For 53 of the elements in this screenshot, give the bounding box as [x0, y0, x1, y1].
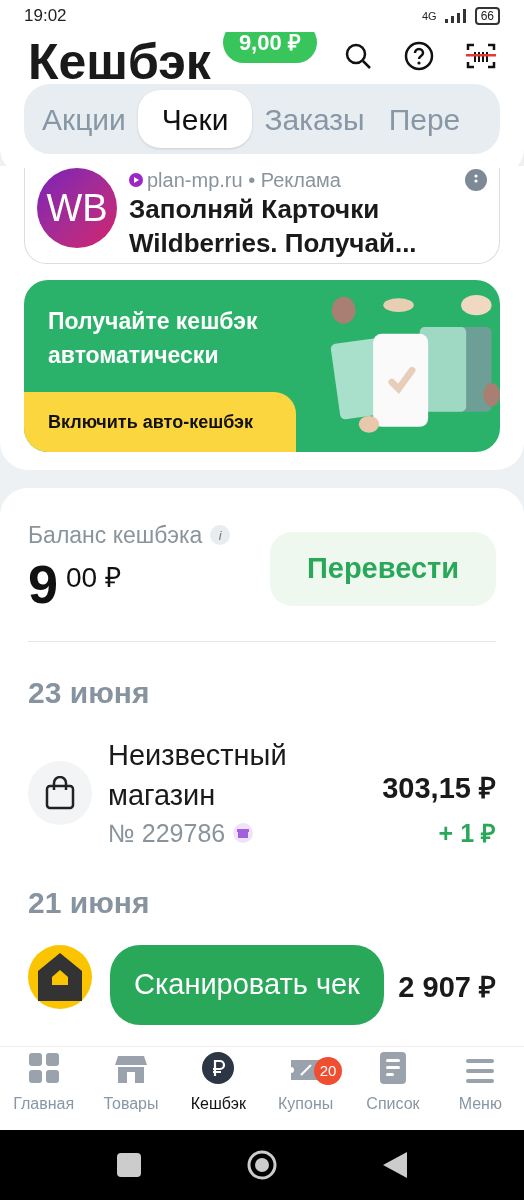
promo-title: Получайте кешбэк автоматически: [47, 307, 259, 370]
ad-card[interactable]: WB plan-mp.ru • Реклама Заполняй Карточки Wildberries. Получай...: [24, 168, 500, 264]
storefront-icon: [115, 1054, 147, 1084]
barcode-scan-icon[interactable]: [466, 42, 496, 70]
grid-icon: [27, 1052, 60, 1084]
search-icon[interactable]: [344, 42, 372, 70]
scan-receipt-button[interactable]: Сканировать чек: [110, 945, 384, 1025]
auto-cashback-button[interactable]: Включить авто-кешбэк: [24, 392, 296, 452]
tab[interactable]: Заказы: [252, 90, 377, 148]
nav-item[interactable]: Список: [349, 1047, 437, 1130]
balance-badge: 9,00 ₽: [222, 32, 317, 63]
page-title: Кешбэк: [28, 38, 211, 80]
battery-level: 66: [474, 7, 500, 25]
tab[interactable]: Акции: [30, 90, 138, 148]
balance-kopecks: 00: [66, 560, 98, 595]
nav-item[interactable]: Товары: [87, 1047, 175, 1130]
house-logo-icon: [28, 945, 92, 1009]
count-badge: 20: [314, 1057, 342, 1085]
wb-logo: WB: [37, 168, 117, 248]
receipt-amount: 2 907 ₽: [398, 969, 496, 1005]
help-icon[interactable]: [404, 41, 434, 71]
more-icon[interactable]: [465, 169, 487, 191]
currency-sign: ₽: [105, 560, 122, 595]
ruble-icon: [202, 1052, 235, 1084]
receipt-number: № 229786: [108, 817, 226, 849]
cashback-amount: + 1 ₽: [438, 817, 496, 849]
ad-title: Заполняй Карточки Wildberries. Получай...: [129, 193, 418, 260]
play-icon: [129, 173, 143, 187]
list-icon: [379, 1052, 406, 1084]
recents-icon[interactable]: [116, 1153, 141, 1177]
info-icon[interactable]: i: [210, 525, 231, 546]
home-icon[interactable]: [246, 1149, 278, 1181]
status-time: 19:02: [24, 5, 67, 28]
ad-source: plan-mp.ru • Реклама: [147, 168, 341, 192]
date-heading: 23 июня: [28, 674, 151, 711]
promo-banner[interactable]: Получайте кешбэк автоматически Включить авто-кешбэк: [24, 280, 500, 452]
receipt-amount: 303,15 ₽: [382, 771, 496, 806]
balance-rubles: 9: [28, 556, 59, 611]
tab[interactable]: Пере: [376, 90, 473, 148]
nav-item[interactable]: Главная: [0, 1047, 88, 1130]
signal-icon: [444, 9, 467, 23]
tab[interactable]: Чеки: [137, 90, 253, 148]
nav-item[interactable]: Купоны 20: [262, 1047, 350, 1130]
network-type: 4G: [421, 8, 437, 24]
balance-label: Баланс кешбэка: [28, 521, 203, 550]
shopping-bag-icon: [45, 776, 75, 811]
nav-item[interactable]: Кешбэк: [174, 1047, 262, 1130]
nav-item[interactable]: Меню: [436, 1047, 524, 1130]
back-icon[interactable]: [383, 1152, 408, 1178]
menu-icon: [466, 1058, 495, 1084]
store-name: Неизвестный магазин: [108, 737, 288, 813]
transfer-button[interactable]: Перевести: [270, 532, 496, 606]
date-heading: 21 июня: [28, 885, 151, 921]
